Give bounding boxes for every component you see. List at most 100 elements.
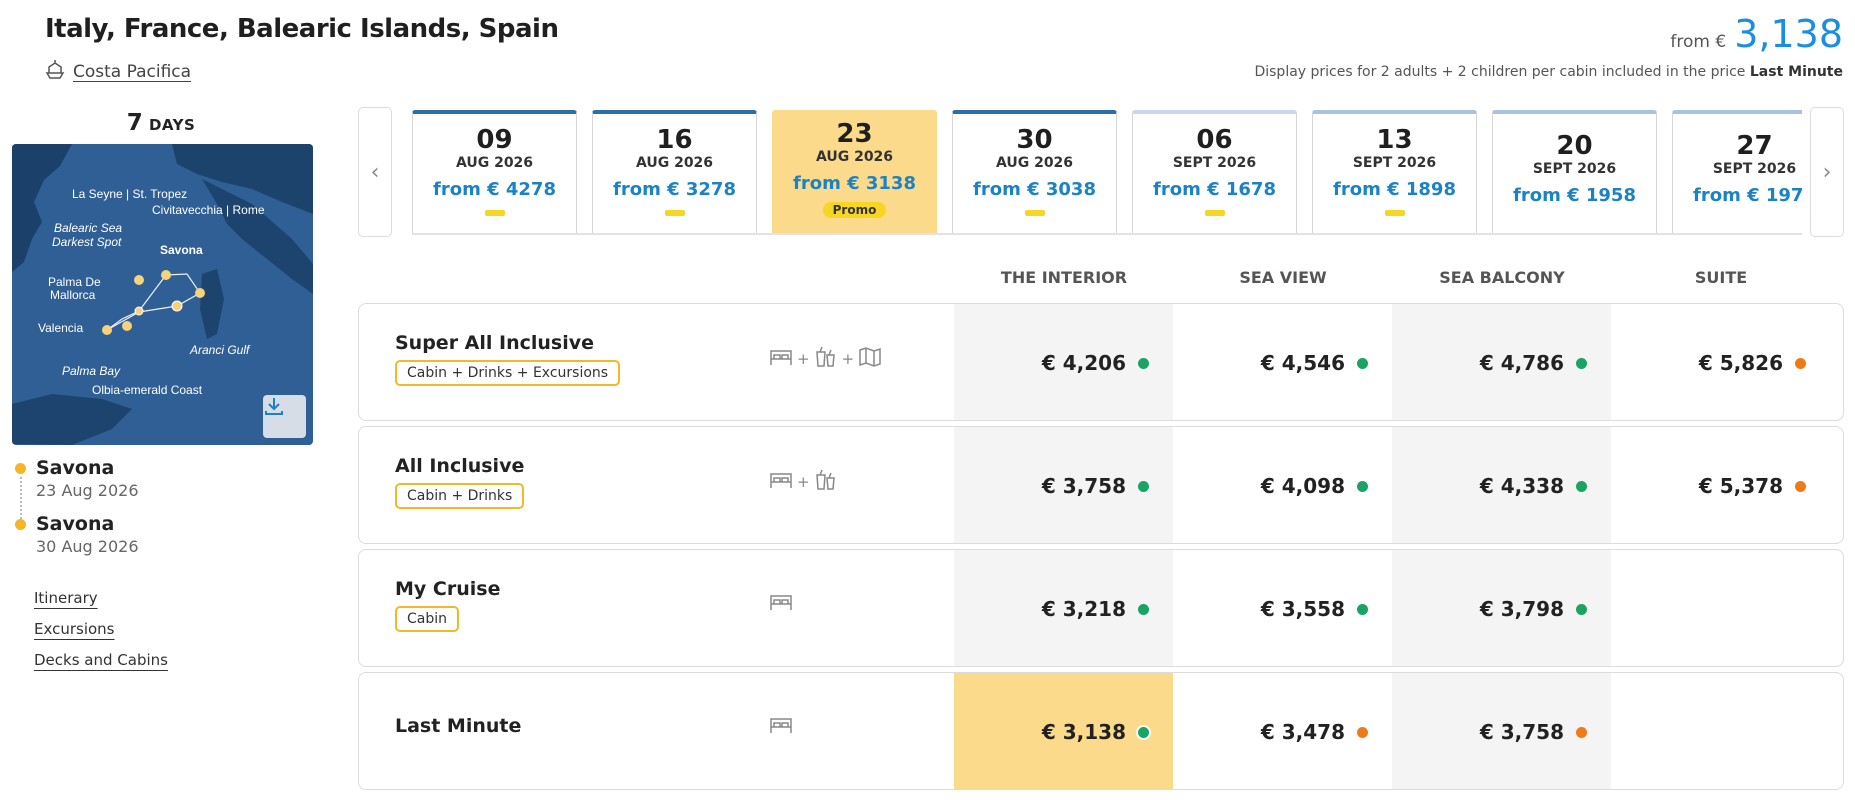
bed-icon — [769, 592, 793, 616]
date-price: from € 3278 — [613, 179, 736, 200]
map-label-palma-bay: Palma Bay — [62, 364, 121, 378]
price-cell-interior[interactable]: € 3,218 — [954, 550, 1173, 666]
date-price: from € 3138 — [793, 173, 916, 194]
date-card[interactable]: 09 AUG 2026 from € 4278 — [412, 110, 577, 233]
date-month: SEPT 2026 — [1352, 155, 1437, 171]
date-month: AUG 2026 — [635, 155, 714, 171]
col-header-sea-balcony: SEA BALCONY — [1439, 268, 1565, 287]
price-value: € 3,218 — [1041, 597, 1126, 621]
link-excursions[interactable]: Excursions — [34, 620, 168, 638]
package-tag: Cabin — [395, 606, 460, 632]
availability-bar — [1384, 210, 1405, 216]
map-label-palma-2: Mallorca — [50, 288, 96, 302]
availability-dot — [1576, 357, 1587, 369]
date-card[interactable]: 13 SEPT 2026 from € 1898 — [1312, 110, 1477, 233]
duration-days: 7 — [126, 110, 144, 136]
availability-bar — [664, 210, 685, 216]
package-icons — [769, 715, 793, 739]
date-month: AUG 2026 — [995, 155, 1074, 171]
date-card[interactable]: 16 AUG 2026 from € 3278 — [592, 110, 757, 233]
package-tag: Cabin + Drinks — [395, 483, 525, 509]
plus-sign: + — [797, 350, 810, 368]
date-month: SEPT 2026 — [1532, 161, 1617, 177]
price-value: € 4,098 — [1260, 474, 1345, 498]
map-label-balearic-2: Darkest Spot — [52, 235, 122, 249]
date-price: from € 3038 — [973, 179, 1096, 200]
display-note: Display prices for 2 adults + 2 children… — [1254, 64, 1843, 80]
price-cell-sea-view[interactable]: € 3,478 — [1173, 673, 1392, 789]
date-card[interactable]: 06 SEPT 2026 from € 1678 — [1132, 110, 1297, 233]
display-note-bold: Last Minute — [1749, 64, 1843, 80]
availability-dot — [1138, 726, 1149, 738]
date-price: from € 1678 — [1153, 179, 1276, 200]
price-cell-suite[interactable]: € 5,378 — [1611, 427, 1830, 543]
col-header-sea-view: SEA VIEW — [1239, 268, 1327, 287]
price-cell-sea-balcony[interactable]: € 3,798 — [1392, 550, 1611, 666]
departure-port: Savona 23 Aug 2026 — [15, 457, 139, 500]
package-row: All Inclusive Cabin + Drinks + € 3,758 €… — [358, 426, 1844, 544]
package-name: Last Minute — [395, 715, 522, 737]
price-cell-interior[interactable]: € 4,206 — [954, 304, 1173, 420]
package-icons: + — [769, 469, 838, 495]
map-label-valencia: Valencia — [38, 321, 83, 335]
date-card[interactable]: 27 SEPT 2026 from € 1978 — [1672, 110, 1802, 233]
date-month: AUG 2026 — [455, 155, 534, 171]
promo-badge: Promo — [822, 202, 887, 218]
drinks-icon — [814, 469, 838, 495]
package-icons: + + — [769, 346, 882, 372]
page-title: Italy, France, Balearic Islands, Spain — [45, 14, 559, 44]
port-dot-icon — [15, 463, 26, 474]
package-name: Super All Inclusive — [395, 332, 595, 354]
date-card[interactable]: 20 SEPT 2026 from € 1958 — [1492, 110, 1657, 233]
package-name: My Cruise — [395, 578, 501, 600]
availability-dot — [1795, 480, 1806, 492]
price-value: € 3,758 — [1041, 474, 1126, 498]
date-day: 16 — [656, 125, 693, 155]
from-price: from € 3,138 — [1670, 12, 1843, 56]
from-price-label: from € — [1670, 32, 1727, 52]
price-value: € 3,138 — [1041, 720, 1126, 744]
date-card-selected[interactable]: 23 AUG 2026 from € 3138 Promo — [772, 110, 937, 233]
price-value: € 4,546 — [1260, 351, 1345, 375]
package-row: My Cruise Cabin € 3,218 € 3,558 € 3,798 — [358, 549, 1844, 667]
price-value: € 4,206 — [1041, 351, 1126, 375]
next-dates-button[interactable]: › — [1810, 107, 1844, 237]
price-value: € 3,758 — [1479, 720, 1564, 744]
ship-link[interactable]: Costa Pacifica — [45, 58, 191, 85]
price-cell-sea-view[interactable]: € 4,546 — [1173, 304, 1392, 420]
availability-dot — [1357, 603, 1368, 615]
price-cell-interior-selected[interactable]: € 3,138 — [954, 673, 1173, 789]
price-cell-sea-balcony[interactable]: € 4,786 — [1392, 304, 1611, 420]
link-itinerary[interactable]: Itinerary — [34, 589, 168, 607]
bed-icon — [769, 715, 793, 739]
date-card[interactable]: 30 AUG 2026 from € 3038 — [952, 110, 1117, 233]
map-label-olbia: Olbia-emerald Coast — [92, 383, 203, 397]
price-cell-sea-balcony[interactable]: € 4,338 — [1392, 427, 1611, 543]
price-value: € 3,558 — [1260, 597, 1345, 621]
availability-dot — [1357, 726, 1368, 738]
download-map-button[interactable] — [263, 395, 306, 438]
price-value: € 5,378 — [1698, 474, 1783, 498]
price-cell-sea-view[interactable]: € 3,558 — [1173, 550, 1392, 666]
price-cell-interior[interactable]: € 3,758 — [954, 427, 1173, 543]
plus-sign: + — [797, 473, 810, 491]
duration: 7 DAYS — [0, 110, 322, 136]
port-name: Savona — [36, 513, 115, 535]
date-day: 23 — [836, 119, 873, 149]
link-decks-cabins[interactable]: Decks and Cabins — [34, 651, 168, 669]
plus-sign: + — [841, 350, 855, 368]
availability-dot — [1576, 726, 1587, 738]
chevron-right-icon: › — [1822, 159, 1832, 185]
date-month: AUG 2026 — [815, 149, 894, 165]
date-day: 20 — [1556, 131, 1593, 161]
map-label-balearic-1: Balearic Sea — [54, 221, 122, 235]
availability-dot — [1138, 357, 1149, 369]
price-cell-sea-balcony[interactable]: € 3,758 — [1392, 673, 1611, 789]
bed-icon — [769, 470, 793, 494]
map-label-civitavecchia: Civitavecchia | Rome — [152, 203, 265, 217]
price-cell-suite[interactable]: € 5,826 — [1611, 304, 1830, 420]
itinerary-map[interactable]: La Seyne | St. Tropez Civitavecchia | Ro… — [12, 144, 313, 445]
from-price-value: 3,138 — [1734, 12, 1843, 56]
price-cell-sea-view[interactable]: € 4,098 — [1173, 427, 1392, 543]
prev-dates-button[interactable]: ‹ — [358, 107, 392, 237]
